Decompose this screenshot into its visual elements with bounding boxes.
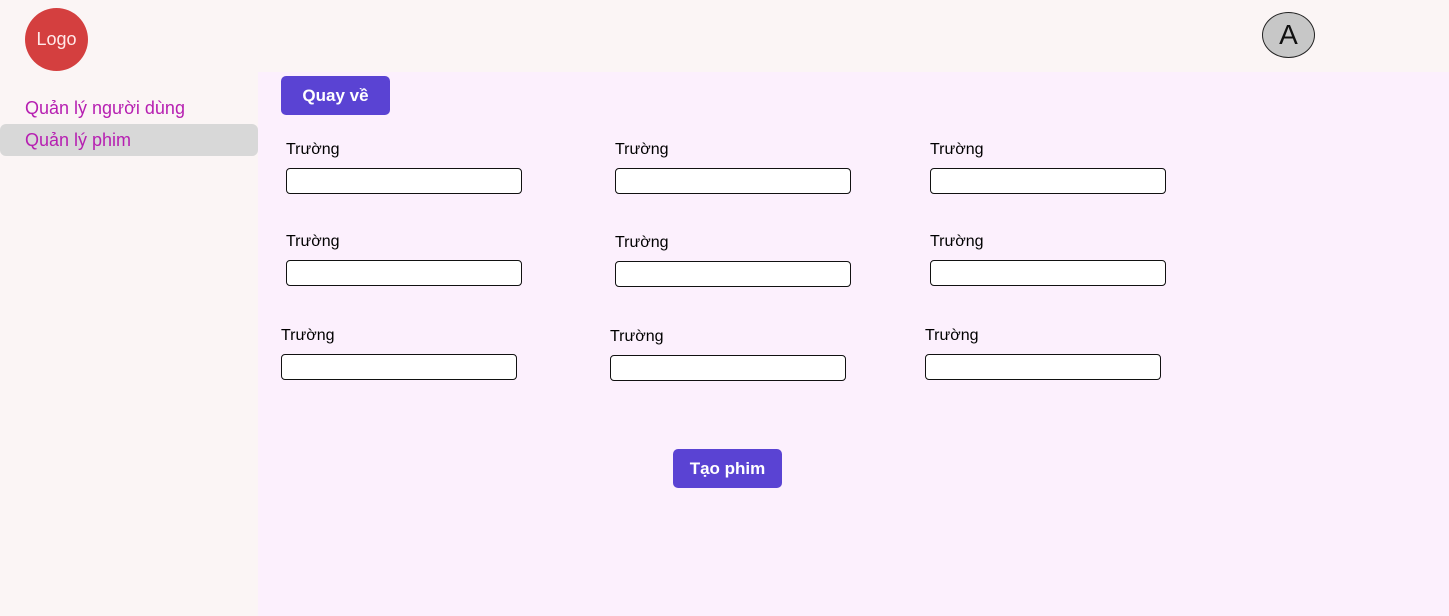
form-field: Trường [615,233,851,287]
form-field: Trường [930,140,1166,194]
form-field: Trường [281,326,517,380]
text-field[interactable] [615,261,851,287]
text-field[interactable] [286,260,522,286]
form-field: Trường [615,140,851,194]
field-label: Trường [925,327,979,344]
text-field[interactable] [281,354,517,380]
field-label: Trường [286,233,340,250]
user-avatar[interactable]: A [1262,12,1315,58]
field-label: Trường [286,141,340,158]
field-label: Trường [615,141,669,158]
text-field[interactable] [610,355,846,381]
field-label: Trường [281,327,335,344]
form-field: Trường [286,140,522,194]
text-field[interactable] [925,354,1161,380]
text-field[interactable] [286,168,522,194]
back-button[interactable]: Quay về [281,76,390,115]
app-page: Logo A Quản lý người dùng Quản lý phim Q… [0,0,1449,616]
create-movie-button[interactable]: Tạo phim [673,449,782,488]
sidebar-item-movie-management[interactable]: Quản lý phim [0,124,258,156]
field-label: Trường [930,141,984,158]
main-content: Quay về Trường Trường Trường Trường Trườ… [258,72,1449,616]
field-label: Trường [610,328,664,345]
text-field[interactable] [615,168,851,194]
sidebar-item-user-management[interactable]: Quản lý người dùng [0,92,258,124]
text-field[interactable] [930,260,1166,286]
form-field: Trường [930,232,1166,286]
field-label: Trường [930,233,984,250]
form-field: Trường [610,327,846,381]
field-label: Trường [615,234,669,251]
logo: Logo [25,8,88,71]
form-field: Trường [286,232,522,286]
form-field: Trường [925,326,1161,380]
text-field[interactable] [930,168,1166,194]
sidebar: Quản lý người dùng Quản lý phim [0,92,258,156]
